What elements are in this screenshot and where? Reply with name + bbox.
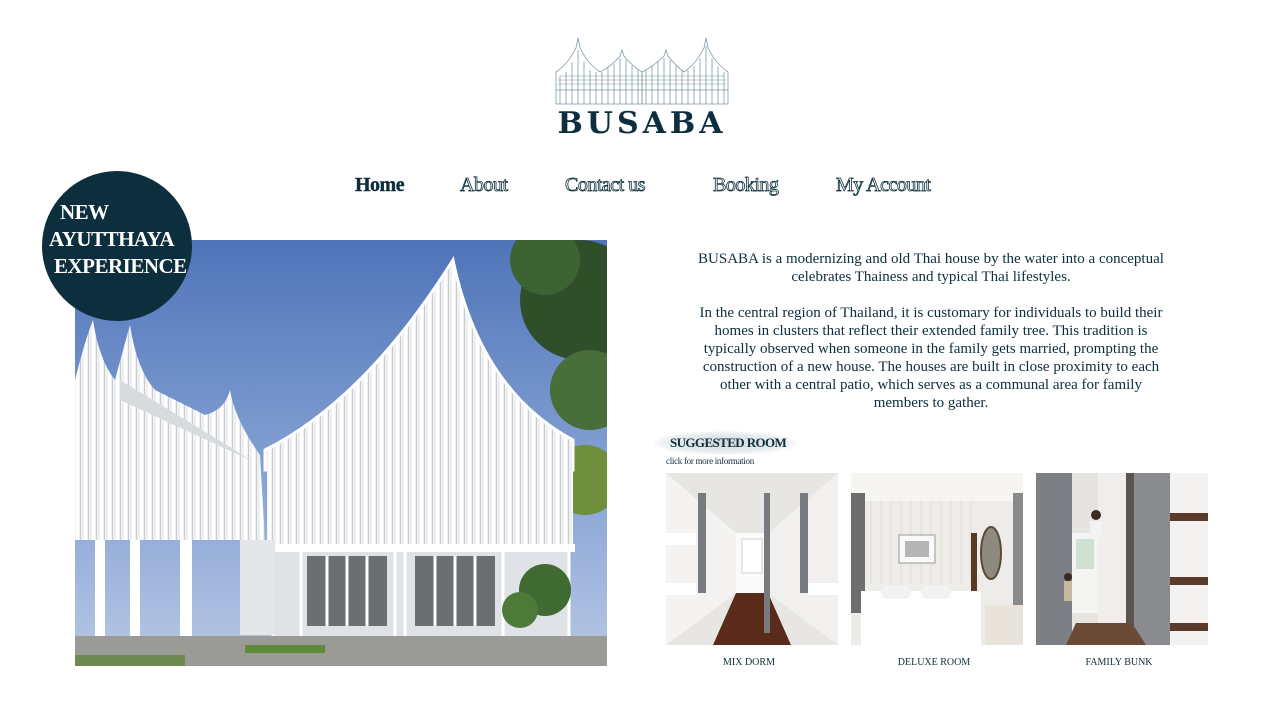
nav-my-account[interactable]: My Account	[836, 174, 932, 197]
nav-about[interactable]: About	[460, 174, 509, 197]
room-card-family-bunk[interactable]: FAMILY BUNK	[1036, 473, 1208, 668]
brand-logo[interactable]: BUSABA	[554, 36, 730, 141]
room-label[interactable]: DELUXE ROOM	[851, 657, 1017, 668]
desc-line: celebrates Thainess and typical Thai lif…	[791, 269, 1071, 285]
badge-line-1: NEW	[60, 200, 109, 224]
deluxe-room-photo	[851, 473, 1023, 645]
desc-line: BUSABA is a modernizing and old Thai hou…	[698, 251, 1164, 267]
room-image[interactable]	[851, 473, 1023, 645]
desc-line: homes in clusters that reflect their ext…	[714, 323, 1148, 339]
desc-line: other with a central patio, which serves…	[720, 377, 1142, 393]
desc-line: typically observed when someone in the f…	[703, 341, 1159, 357]
desc-line: members to gather.	[873, 395, 989, 411]
nav-booking[interactable]: Booking	[713, 174, 780, 197]
badge-line-3: EXPERIENCE	[54, 254, 187, 278]
room-image[interactable]	[666, 473, 838, 645]
ayutthaya-badge[interactable]: NEW AYUTTHAYA EXPERIENCE	[42, 171, 192, 321]
family-bunk-photo	[1036, 473, 1208, 645]
mix-dorm-photo	[666, 473, 838, 645]
desc-line: construction of a new house. The houses …	[702, 359, 1160, 375]
nav-home[interactable]: Home	[355, 174, 405, 197]
badge-line-2: AYUTTHAYA	[49, 227, 175, 251]
room-label[interactable]: MIX DORM	[666, 657, 832, 668]
suggested-room-subtitle: click for more information	[666, 456, 754, 466]
room-card-deluxe-room[interactable]: DELUXE ROOM	[851, 473, 1023, 668]
room-label[interactable]: FAMILY BUNK	[1036, 657, 1202, 668]
room-card-mix-dorm[interactable]: MIX DORM	[666, 473, 838, 668]
thai-rooftops-logo-icon	[555, 37, 729, 105]
room-image[interactable]	[1036, 473, 1208, 645]
about-description: BUSABA is a modernizing and old Thai hou…	[676, 250, 1186, 412]
brand-name: BUSABA	[557, 106, 727, 141]
main-nav: Home About Contact us Booking My Account	[0, 174, 1280, 202]
desc-line: In the central region of Thailand, it is…	[699, 305, 1163, 321]
nav-contact-us[interactable]: Contact us	[565, 174, 646, 197]
suggested-room-title: SUGGESTED ROOM	[670, 435, 787, 450]
